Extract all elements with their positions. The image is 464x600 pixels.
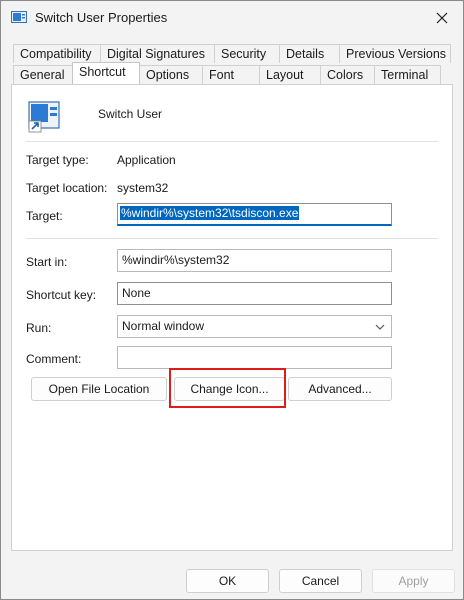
tab-details[interactable]: Details [279,44,340,63]
tab-shortcut[interactable]: Shortcut [72,62,140,84]
comment-field[interactable] [117,346,392,369]
close-button[interactable] [427,5,457,31]
target-location-label: Target location: [26,181,108,195]
tab-digital-signatures[interactable]: Digital Signatures [100,44,215,63]
comment-label: Comment: [26,352,82,366]
switch-user-icon [11,11,27,23]
ok-button[interactable]: OK [186,569,269,593]
tab-security[interactable]: Security [214,44,280,63]
chevron-down-icon [375,324,385,330]
shortcut-name: Switch User [98,107,163,121]
target-field[interactable]: %windir%\system32\tsdiscon.exe [117,203,392,226]
highlight-box [169,368,286,408]
shortcut-key-value: None [122,286,151,300]
start-in-field[interactable]: %windir%\system32 [117,249,392,272]
tab-font[interactable]: Font [202,65,260,84]
window-title: Switch User Properties [35,10,168,25]
run-label: Run: [26,321,52,335]
target-type-value: Application [117,153,176,167]
tab-colors[interactable]: Colors [320,65,375,84]
target-value: %windir%\system32\tsdiscon.exe [120,206,300,220]
target-label: Target: [26,209,63,223]
properties-dialog: Switch User Properties Compatibility Dig… [0,0,464,600]
divider [26,238,438,239]
divider [26,141,438,142]
tab-previous-versions[interactable]: Previous Versions [339,44,451,63]
shortcut-panel: Switch User Target type: Application Tar… [11,84,453,551]
open-file-location-button[interactable]: Open File Location [31,377,167,401]
apply-button[interactable]: Apply [372,569,455,593]
tabs-row-2: General Shortcut Options Font Layout Col… [13,62,441,84]
tab-layout[interactable]: Layout [259,65,321,84]
shortcut-key-field[interactable]: None [117,282,392,305]
target-location-value: system32 [117,181,169,195]
run-select[interactable]: Normal window [117,315,392,338]
title-bar: Switch User Properties [1,1,463,35]
tab-options[interactable]: Options [139,65,203,84]
tab-general[interactable]: General [13,65,73,84]
tabs-row-1: Compatibility Digital Signatures Securit… [13,44,451,63]
shortcut-app-icon [28,101,60,133]
cancel-button[interactable]: Cancel [279,569,362,593]
run-value: Normal window [122,319,205,333]
start-in-label: Start in: [26,255,68,269]
close-icon [436,12,448,24]
advanced-button[interactable]: Advanced... [288,377,392,401]
tab-compatibility[interactable]: Compatibility [13,44,101,63]
tab-terminal[interactable]: Terminal [374,65,441,84]
start-in-value: %windir%\system32 [122,253,230,267]
shortcut-key-label: Shortcut key: [26,288,97,302]
target-type-label: Target type: [26,153,89,167]
